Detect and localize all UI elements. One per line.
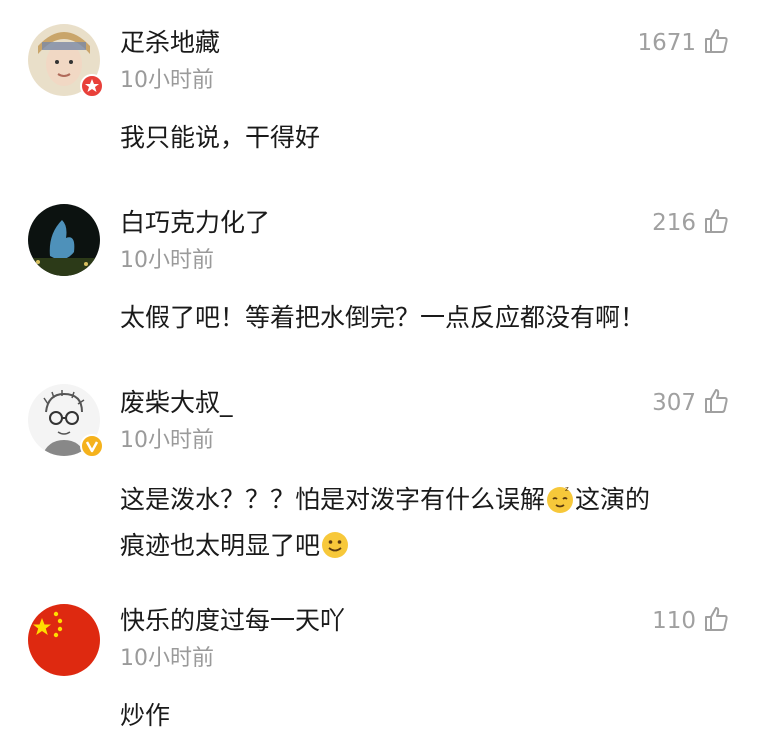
comment-text-line: 痕迹也太明显了吧: [120, 531, 321, 560]
comment-text-line: 这是泼水？？？怕是对泼字有什么误解: [120, 485, 546, 514]
timestamp: 10小时前: [120, 248, 214, 273]
sleepy-face-emoji: z: [545, 484, 575, 526]
svg-text:z: z: [565, 485, 569, 493]
username[interactable]: 疋杀地藏: [120, 28, 220, 58]
comment-text: 我只能说，干得好: [120, 123, 321, 152]
username[interactable]: 快乐的度过每一天吖: [120, 606, 345, 636]
smile-emoji: [320, 530, 350, 572]
like-button[interactable]: 216: [652, 208, 730, 238]
comment-item: 快乐的度过每一天吖 10小时前 110 炒作: [0, 582, 768, 744]
like-button[interactable]: 110: [652, 606, 730, 636]
thumbs-up-icon: [702, 27, 730, 59]
thumbs-up-icon: [702, 605, 730, 637]
like-count: 1671: [637, 30, 696, 56]
timestamp: 10小时前: [120, 428, 214, 453]
like-count: 307: [652, 390, 696, 416]
comment-text: 这是泼水？？？怕是对泼字有什么误解 z 这演的 痕迹也太明显了吧: [120, 480, 740, 572]
username[interactable]: 废柴大叔_: [120, 388, 233, 418]
comment-item: 废柴大叔_ 10小时前 307 这是泼水？？？怕是对泼字有什么误解 z 这演的 痕迹…: [0, 360, 768, 582]
avatar[interactable]: [28, 384, 104, 458]
timestamp: 10小时前: [120, 68, 214, 93]
like-button[interactable]: 307: [652, 388, 730, 418]
username[interactable]: 白巧克力化了: [120, 208, 270, 238]
avatar[interactable]: [28, 204, 100, 276]
avatar[interactable]: [28, 24, 104, 98]
red-star-badge: [80, 74, 104, 98]
thumbs-up-icon: [702, 207, 730, 239]
thumbs-up-icon: [702, 387, 730, 419]
comment-text: 炒作: [120, 701, 171, 730]
like-count: 216: [652, 210, 696, 236]
comment-text: 太假了吧！等着把水倒完？一点反应都没有啊！: [120, 303, 646, 332]
avatar[interactable]: [28, 604, 100, 676]
yellow-v-badge: [80, 434, 104, 458]
timestamp: 10小时前: [120, 646, 214, 671]
comment-item: 疋杀地藏 10小时前 1671 我只能说，干得好: [0, 0, 768, 180]
comment-text-line: 这演的: [575, 485, 651, 514]
like-button[interactable]: 1671: [637, 28, 730, 58]
like-count: 110: [652, 608, 696, 634]
comment-item: 白巧克力化了 10小时前 216 太假了吧！等着把水倒完？一点反应都没有啊！: [0, 180, 768, 360]
